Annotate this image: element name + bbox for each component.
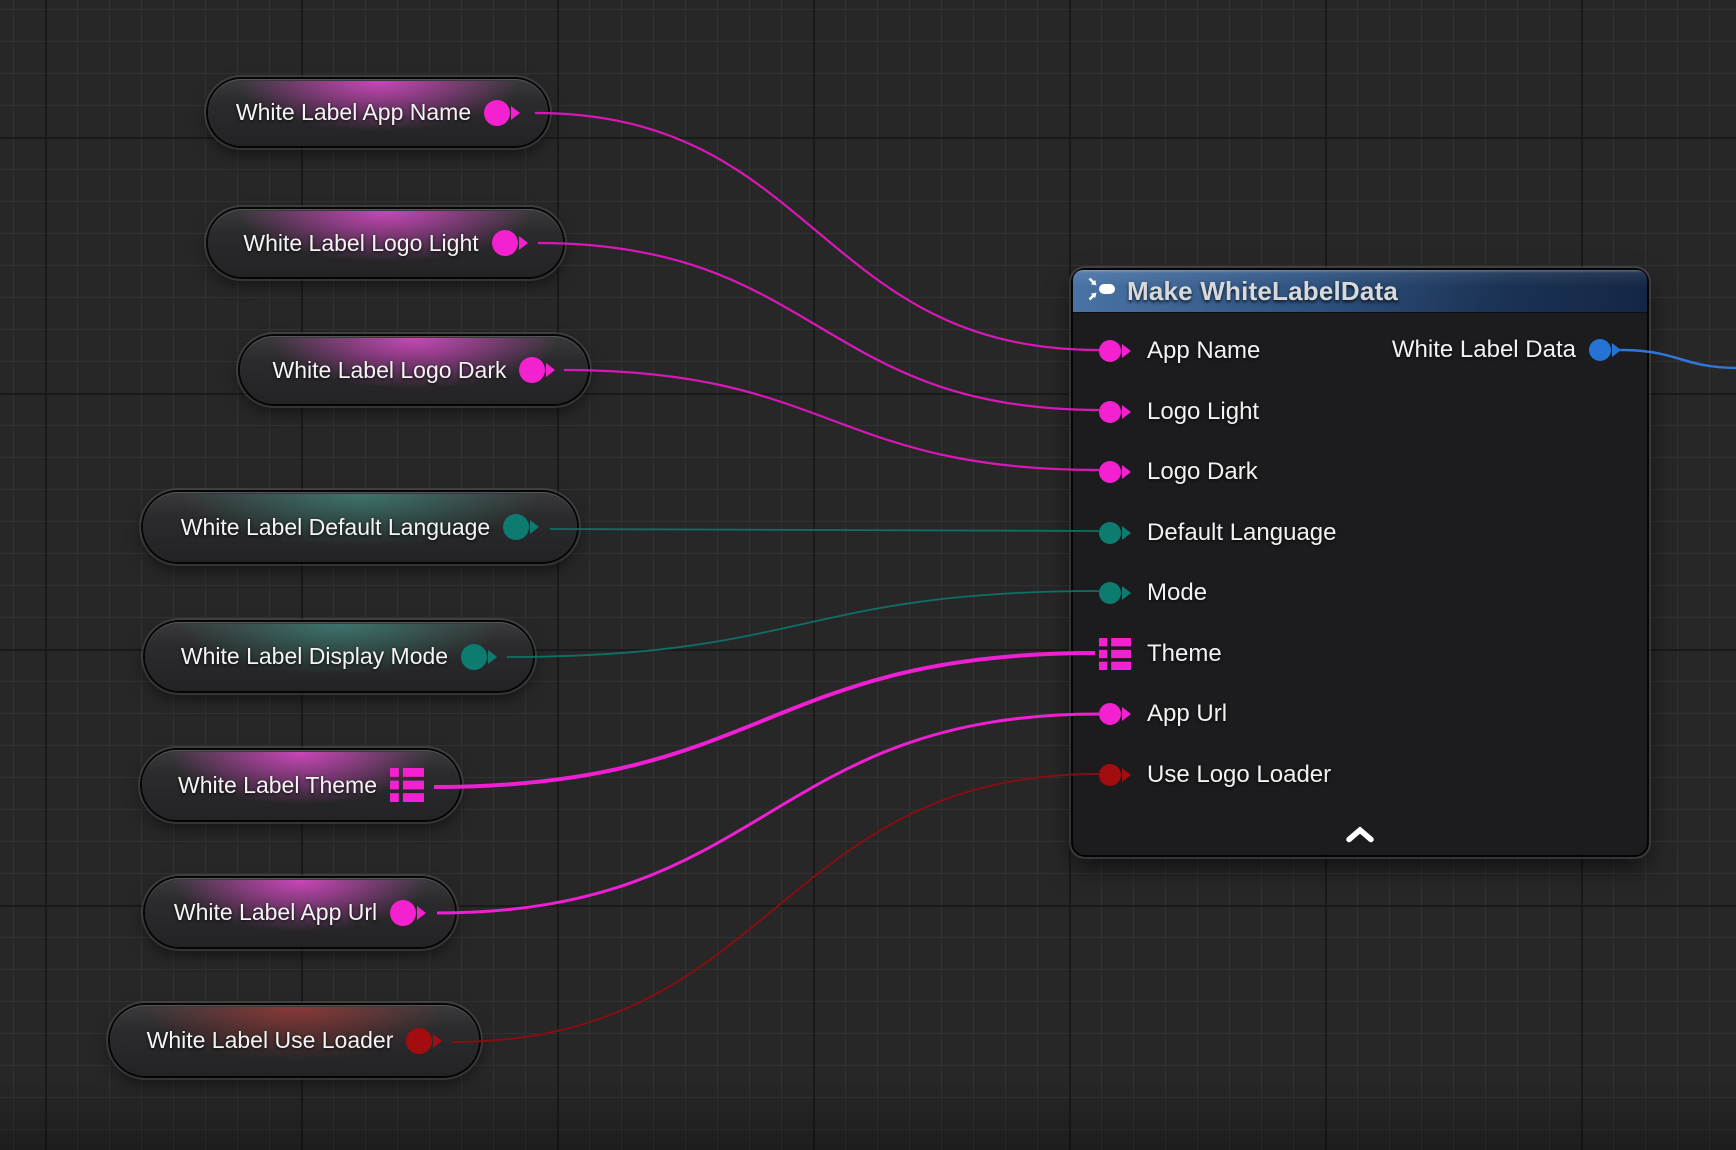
connection-wire: [452, 774, 1099, 1042]
make-node-pin-row: Logo Light: [1073, 382, 1647, 443]
glyph-host-mode[interactable]: [1099, 582, 1135, 604]
pin-default-language[interactable]: [1099, 522, 1131, 544]
make-node-pin-row: App Url: [1073, 684, 1647, 745]
variable-node-label: White Label Theme: [178, 772, 377, 799]
pin-label: App Name: [1147, 337, 1260, 365]
glyph-host-app-url[interactable]: [1099, 703, 1135, 725]
pin-host-white-label-logo-light[interactable]: [492, 230, 528, 256]
connection-wire: [564, 370, 1099, 470]
make-node-title: Make WhiteLabelData: [1127, 276, 1398, 307]
pin-white-label-data[interactable]: [1589, 339, 1621, 361]
pin-white-label-display-mode[interactable]: [461, 644, 497, 670]
glyph-host-logo-dark[interactable]: [1099, 461, 1135, 483]
pin-white-label-logo-light[interactable]: [492, 230, 528, 256]
pin-white-label-default-language[interactable]: [503, 514, 539, 540]
pin-label: Use Logo Loader: [1147, 761, 1331, 789]
make-whitelabeldata-node[interactable]: Make WhiteLabelData App Name Logo Light …: [1073, 270, 1647, 855]
glyph-host-theme[interactable]: [1099, 638, 1135, 670]
connection-wire: [507, 591, 1099, 657]
glyph-host-default-language[interactable]: [1099, 522, 1135, 544]
var-node-white-label-use-loader[interactable]: White Label Use Loader: [110, 1005, 479, 1076]
var-node-white-label-logo-dark[interactable]: White Label Logo Dark: [240, 336, 588, 404]
make-struct-icon: [1087, 276, 1117, 307]
pin-logo-light[interactable]: [1099, 401, 1131, 423]
make-node-header: Make WhiteLabelData: [1073, 270, 1647, 313]
pin-label: Logo Light: [1147, 398, 1259, 426]
pin-label: Default Language: [1147, 519, 1337, 547]
pin-label: Logo Dark: [1147, 458, 1258, 486]
pin-label: Theme: [1147, 640, 1222, 668]
var-node-white-label-theme[interactable]: White Label Theme: [142, 750, 460, 820]
variable-node-label: White Label Logo Dark: [273, 357, 507, 384]
output-pin-label: White Label Data: [1392, 336, 1576, 364]
pin-logo-dark[interactable]: [1099, 461, 1131, 483]
glyph-host-app-name[interactable]: [1099, 340, 1135, 362]
pin-white-label-app-name[interactable]: [484, 100, 520, 126]
connection-wire: [538, 243, 1099, 410]
glyph-host-logo-light[interactable]: [1099, 401, 1135, 423]
pin-white-label-app-url[interactable]: [390, 900, 426, 926]
connection-wire: [434, 653, 1095, 787]
make-node-pin-row: Use Logo Loader: [1073, 745, 1647, 806]
pin-mode[interactable]: [1099, 582, 1131, 604]
var-node-white-label-logo-light[interactable]: White Label Logo Light: [208, 209, 563, 277]
collapse-chevron-icon[interactable]: [1338, 821, 1382, 847]
make-node-pin-row: Default Language: [1073, 503, 1647, 564]
pin-host-white-label-theme[interactable]: [390, 768, 424, 802]
variable-node-label: White Label Logo Light: [243, 230, 478, 257]
pin-white-label-use-loader[interactable]: [406, 1028, 442, 1054]
make-node-pin-row: Logo Dark: [1073, 442, 1647, 503]
output-pin-glyph-host: [1589, 339, 1621, 361]
var-node-white-label-app-url[interactable]: White Label App Url: [145, 878, 455, 947]
pin-app-url[interactable]: [1099, 703, 1131, 725]
var-node-white-label-display-mode[interactable]: White Label Display Mode: [145, 622, 533, 691]
make-node-input-pins: App Name Logo Light Logo Dark Default La…: [1073, 313, 1647, 805]
variable-node-label: White Label Use Loader: [147, 1027, 394, 1054]
variable-node-label: White Label App Url: [174, 899, 377, 926]
var-node-white-label-default-language[interactable]: White Label Default Language: [143, 492, 577, 562]
bottom-shade: [0, 1080, 1736, 1150]
make-node-output-row: White Label Data: [1392, 320, 1647, 381]
pin-host-white-label-logo-dark[interactable]: [519, 357, 555, 383]
pin-host-white-label-app-name[interactable]: [484, 100, 520, 126]
pin-theme[interactable]: [1099, 638, 1131, 670]
blueprint-graph-canvas[interactable]: White Label App Name White Label Logo Li…: [0, 0, 1736, 1150]
variable-node-label: White Label Display Mode: [181, 643, 448, 670]
pin-label: Mode: [1147, 579, 1207, 607]
variable-node-label: White Label Default Language: [181, 514, 490, 541]
variable-node-label: White Label App Name: [236, 99, 471, 126]
connection-wire: [550, 529, 1099, 531]
pin-host-white-label-app-url[interactable]: [390, 900, 426, 926]
pin-white-label-theme[interactable]: [390, 768, 424, 802]
var-node-white-label-app-name[interactable]: White Label App Name: [208, 79, 548, 146]
connection-wire: [535, 113, 1099, 350]
pin-use-logo-loader[interactable]: [1099, 764, 1131, 786]
make-node-pin-row: Mode: [1073, 563, 1647, 624]
pin-host-white-label-use-loader[interactable]: [406, 1028, 442, 1054]
make-node-pin-row: Theme: [1073, 624, 1647, 685]
pin-host-white-label-display-mode[interactable]: [461, 644, 497, 670]
pin-white-label-logo-dark[interactable]: [519, 357, 555, 383]
pin-host-white-label-default-language[interactable]: [503, 514, 539, 540]
pin-app-name[interactable]: [1099, 340, 1131, 362]
connection-wire: [437, 714, 1099, 913]
glyph-host-use-logo-loader[interactable]: [1099, 764, 1135, 786]
pin-label: App Url: [1147, 700, 1227, 728]
